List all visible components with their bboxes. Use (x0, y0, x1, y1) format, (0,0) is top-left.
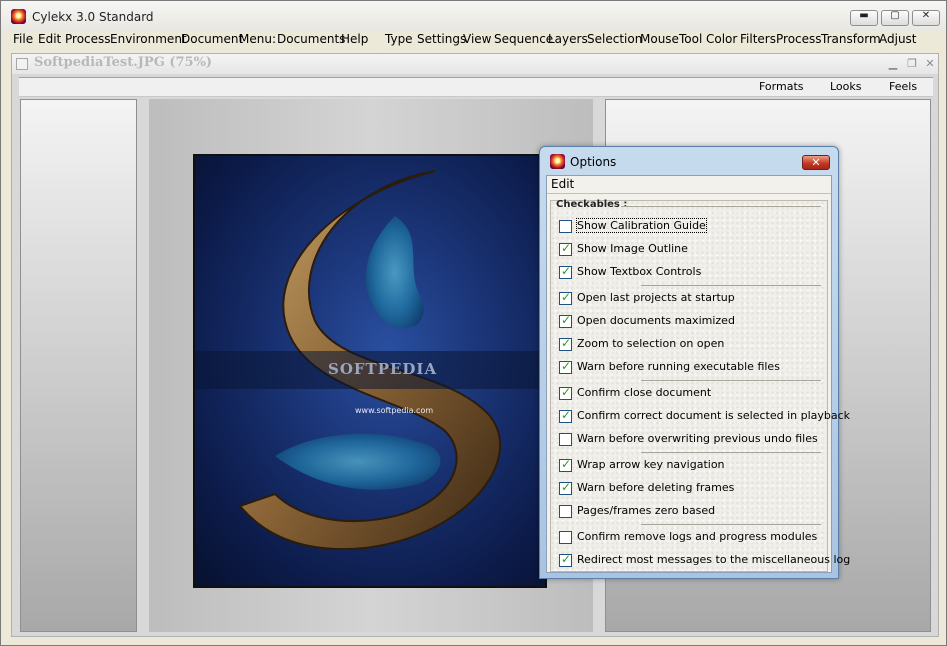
menu-color[interactable]: Color (706, 32, 737, 46)
option-label: Warn before running executable files (577, 360, 780, 373)
maximize-icon: ▢ (890, 10, 900, 21)
menu-sequence[interactable]: Sequence (494, 32, 553, 46)
option-label: Warn before overwriting previous undo fi… (577, 432, 818, 445)
options-dialog-logo-icon (550, 154, 565, 169)
option-label: Redirect most messages to the miscellane… (577, 553, 851, 566)
left-side-panel (20, 99, 137, 632)
checkbox[interactable] (559, 433, 572, 446)
options-dialog-body: Edit Checkables : Show Calibration Guide… (546, 175, 850, 573)
menu-adjust[interactable]: Adjust (879, 32, 917, 46)
menu-settings[interactable]: Settings (417, 32, 466, 46)
title-bar[interactable]: Cylekx 3.0 Standard ▬ ▢ ✕ (1, 1, 946, 31)
option-label: Warn before deleting frames (577, 481, 735, 494)
watermark-text: SOFTPEDIA (328, 360, 438, 378)
feels-tab[interactable]: Feels (889, 80, 917, 93)
menu-filters[interactable]: Filters (740, 32, 776, 46)
option-label: Open documents maximized (577, 314, 735, 327)
canvas-image[interactable]: SOFTPEDIA www.softpedia.com (193, 154, 547, 588)
checkbox[interactable] (559, 408, 572, 423)
app-window: Cylekx 3.0 Standard ▬ ▢ ✕ File Edit Proc… (0, 0, 947, 646)
options-dialog: Options ✕ Edit Checkables : Show Calibra… (539, 146, 850, 579)
checkbox[interactable] (559, 336, 572, 351)
checkbox[interactable] (559, 385, 572, 400)
close-button[interactable]: ✕ (912, 10, 940, 26)
close-icon: ✕ (921, 10, 931, 21)
option-label: Open last projects at startup (577, 291, 735, 304)
menu-document[interactable]: Document (181, 32, 243, 46)
menu-menu-label: Menu: (239, 32, 276, 46)
menu-process-2[interactable]: Process (776, 32, 822, 46)
options-close-button[interactable]: ✕ (802, 155, 830, 170)
menu-layers[interactable]: Layers (548, 32, 588, 46)
menu-selection[interactable]: Selection (587, 32, 642, 46)
checkbox[interactable] (559, 457, 572, 472)
menu-file[interactable]: File (13, 32, 33, 46)
menu-type[interactable]: Type (385, 32, 413, 46)
option-label: Wrap arrow key navigation (577, 458, 725, 471)
group-separator (641, 452, 821, 453)
group-separator (641, 285, 821, 286)
document-title-bar[interactable]: SoftpediaTest.JPG (75%) ▁ ❐ ✕ (12, 54, 938, 74)
option-label: Show Textbox Controls (577, 265, 702, 278)
document-restore-icon[interactable]: ❐ (905, 57, 919, 70)
menu-view[interactable]: View (463, 32, 491, 46)
option-label: Confirm remove logs and progress modules (577, 530, 818, 543)
option-label: Zoom to selection on open (577, 337, 725, 350)
options-menu-divider (547, 193, 831, 194)
menu-bar: File Edit Process Environment Document M… (1, 31, 946, 49)
checkbox[interactable] (559, 220, 572, 233)
menu-process[interactable]: Process (65, 32, 111, 46)
document-title: SoftpediaTest.JPG (75%) (34, 55, 213, 70)
checkbox[interactable] (559, 552, 572, 567)
checkbox[interactable] (559, 264, 572, 279)
document-minimize-icon[interactable]: ▁ (886, 57, 900, 70)
group-label-divider (621, 206, 821, 207)
checkbox[interactable] (559, 359, 572, 374)
close-icon: ✕ (811, 156, 821, 169)
option-label: Pages/frames zero based (577, 504, 716, 517)
menu-documents[interactable]: Documents (277, 32, 345, 46)
checkbox[interactable] (559, 531, 572, 544)
option-label: Confirm close document (577, 386, 712, 399)
watermark-url: www.softpedia.com (355, 406, 434, 415)
menu-tool[interactable]: Tool (679, 32, 702, 46)
maximize-button[interactable]: ▢ (881, 10, 909, 26)
looks-tab[interactable]: Looks (830, 80, 862, 93)
checkables-group: Checkables : Show Calibration Guide Show… (550, 199, 850, 572)
options-dialog-title: Options (570, 155, 617, 169)
menu-mouse[interactable]: Mouse (640, 32, 679, 46)
checkbox[interactable] (559, 241, 572, 256)
document-toolbar: Formats Looks Feels (19, 77, 933, 97)
menu-transform[interactable]: Transform (821, 32, 881, 46)
option-label: Show Image Outline (577, 242, 688, 255)
minimize-icon: ▬ (859, 10, 869, 21)
menu-help[interactable]: Help (341, 32, 368, 46)
menu-edit[interactable]: Edit (38, 32, 61, 46)
minimize-button[interactable]: ▬ (850, 10, 878, 26)
document-select-checkbox[interactable] (16, 58, 28, 70)
menu-environment[interactable]: Environment (110, 32, 187, 46)
checkables-group-label: Checkables : (556, 199, 628, 210)
checkbox[interactable] (559, 290, 572, 305)
checkbox[interactable] (559, 505, 572, 518)
options-menu-edit[interactable]: Edit (551, 177, 574, 191)
checkbox[interactable] (559, 480, 572, 495)
formats-tab[interactable]: Formats (759, 80, 804, 93)
document-close-icon[interactable]: ✕ (923, 57, 937, 70)
app-title: Cylekx 3.0 Standard (32, 10, 154, 24)
checkbox[interactable] (559, 313, 572, 328)
group-separator (641, 524, 821, 525)
option-label: Confirm correct document is selected in … (577, 409, 851, 422)
group-separator (641, 380, 821, 381)
app-logo-icon[interactable] (11, 9, 26, 24)
option-label: Show Calibration Guide (576, 218, 707, 233)
